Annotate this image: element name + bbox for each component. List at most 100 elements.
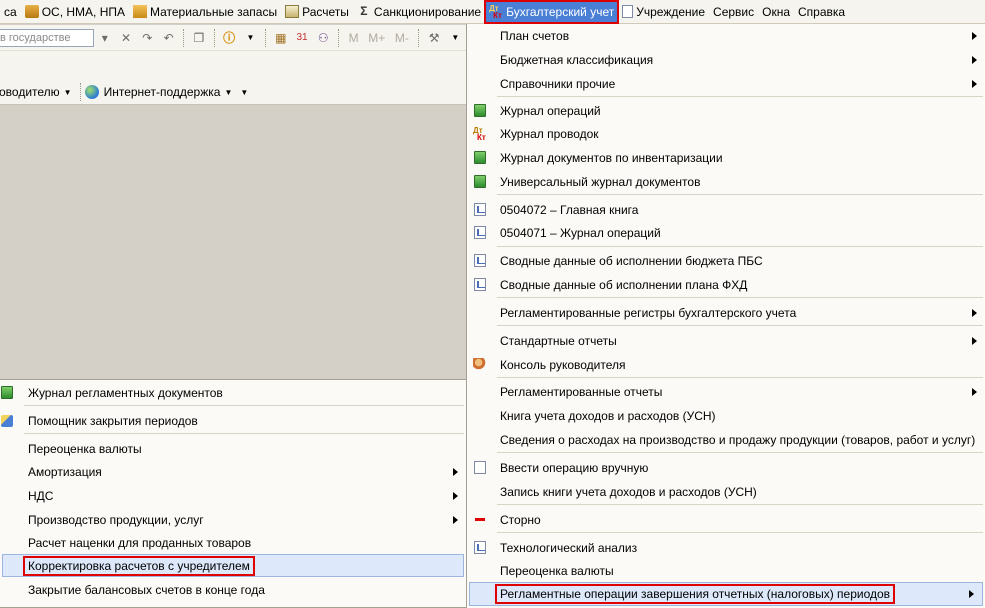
submenu-arrow-icon — [453, 515, 458, 524]
submenu-item[interactable]: Расчет наценки для проданных товаров — [0, 531, 466, 554]
report-icon — [473, 278, 487, 292]
menu-item[interactable]: Справочники прочие — [467, 72, 985, 95]
boxes-icon — [132, 5, 147, 18]
copy-icon[interactable]: ❐ — [190, 29, 207, 47]
menubar-item-service[interactable]: Сервис — [709, 1, 758, 23]
menu-item-label: Амортизация — [28, 464, 102, 479]
menu-item[interactable]: Дт Кт Журнал проводок — [467, 122, 985, 145]
debit-credit-icon: Дт Кт — [473, 125, 486, 142]
menu-item[interactable]: Регламентированные отчеты — [467, 380, 985, 403]
menu-item[interactable]: Сводные данные об исполнении плана ФХД — [467, 273, 985, 296]
dropdown-icon[interactable]: ▼ — [242, 29, 259, 47]
menu-item[interactable]: Бюджетная классификация — [467, 48, 985, 71]
clear-icon[interactable]: ✕ — [117, 29, 134, 47]
menu-item-label: Консоль руководителя — [500, 357, 626, 372]
menubar-label: Учреждение — [636, 4, 706, 19]
dropdown-icon[interactable]: ▼ — [224, 88, 232, 97]
person-icon — [473, 358, 487, 372]
menu-separator — [24, 405, 464, 406]
memory-add-button[interactable]: M+ — [366, 29, 387, 47]
menu-item[interactable]: Книга учета доходов и расходов (УСН) — [467, 404, 985, 427]
menu-item[interactable]: Запись книги учета доходов и расходов (У… — [467, 480, 985, 503]
submenu-item[interactable]: Производство продукции, услуг — [0, 508, 466, 531]
submenu-period-closing: Журнал регламентных документов Помощник … — [0, 379, 467, 608]
director-panel-label[interactable]: оводителю — [0, 85, 60, 99]
menubar-item-sanction[interactable]: Σ Санкционирование — [353, 1, 485, 23]
menubar-item-accounting[interactable]: Дт Кт Бухгалтерский учет — [484, 0, 620, 24]
menubar-label: Санкционирование — [373, 4, 482, 19]
memory-button[interactable]: M — [345, 29, 362, 47]
menu-item[interactable]: Консоль руководителя — [467, 353, 985, 376]
users-icon[interactable]: ⚇ — [315, 29, 332, 47]
menu-item[interactable]: Сведения о расходах на производство и пр… — [467, 428, 985, 451]
menubar-item-windows[interactable]: Окна — [758, 1, 794, 23]
info-icon[interactable]: ⓘ — [221, 29, 238, 47]
menu-separator — [497, 532, 983, 533]
menubar-item-institution[interactable]: Учреждение — [618, 1, 709, 23]
submenu-item-selected[interactable]: Корректировка расчетов с учредителем — [2, 554, 464, 577]
menu-item-label: Журнал проводок — [500, 126, 599, 141]
calendar-icon[interactable]: 31 — [293, 29, 310, 47]
menu-item[interactable]: Журнал документов по инвентаризации — [467, 146, 985, 169]
dropdown-icon[interactable]: ▼ — [447, 29, 464, 47]
menu-separator — [497, 377, 983, 378]
menu-item-label: Журнал операций — [500, 103, 601, 118]
menu-item[interactable]: Сводные данные об исполнении бюджета ПБС — [467, 249, 985, 272]
tools-icon[interactable]: ⚒ — [425, 29, 442, 47]
internet-support-button[interactable]: Интернет-поддержка — [104, 85, 221, 99]
submenu-arrow-icon — [972, 336, 977, 345]
submenu-arrow-icon — [453, 491, 458, 500]
calculator-icon[interactable]: ▦ — [272, 29, 289, 47]
debit-credit-icon: Дт Кт — [489, 4, 502, 20]
menu-item[interactable]: Технологический анализ — [467, 536, 985, 559]
submenu-arrow-icon — [453, 467, 458, 476]
menubar-label: Расчеты — [302, 4, 349, 19]
menu-item[interactable]: Ввести операцию вручную — [467, 456, 985, 479]
report-icon — [473, 541, 487, 555]
menu-item[interactable]: План счетов — [467, 24, 985, 47]
menu-item[interactable]: 0504072 – Главная книга — [467, 198, 985, 221]
menu-item[interactable]: Стандартные отчеты — [467, 329, 985, 352]
menu-item[interactable]: Переоценка валюты — [467, 559, 985, 582]
menu-item-label: План счетов — [500, 28, 570, 43]
search-prev-icon[interactable]: ↶ — [160, 29, 177, 47]
submenu-arrow-icon — [969, 590, 974, 598]
menu-item-selected[interactable]: Регламентные операции завершения отчетны… — [469, 582, 983, 606]
menubar-item-os-nma-npa[interactable]: ОС, НМА, НПА — [21, 1, 129, 23]
submenu-item[interactable]: НДС — [0, 484, 466, 507]
report-icon — [473, 203, 487, 217]
memory-subtract-button[interactable]: M- — [391, 29, 412, 47]
menu-item-label: Справочники прочие — [500, 76, 616, 91]
submenu-item[interactable]: Закрытие балансовых счетов в конце года — [0, 578, 466, 601]
document-icon — [622, 5, 634, 18]
menu-item-label: Расчет наценки для проданных товаров — [28, 535, 252, 550]
search-input[interactable]: в государстве — [0, 28, 95, 47]
toolbar-separator — [183, 28, 185, 47]
menubar-item-materials[interactable]: Материальные запасы — [129, 1, 281, 23]
report-icon — [473, 226, 487, 240]
menubar-item-help[interactable]: Справка — [794, 1, 849, 23]
menu-item[interactable]: Журнал операций — [467, 99, 985, 122]
menu-item[interactable]: Сторно — [467, 508, 985, 531]
menu-item[interactable]: 0504071 – Журнал операций — [467, 221, 985, 244]
manual-entry-icon — [473, 461, 487, 475]
accounting-dropdown-menu: План счетов Бюджетная классификация Спра… — [466, 24, 985, 608]
menubar-item-kassa[interactable]: са — [0, 1, 21, 23]
menu-separator — [497, 194, 983, 195]
submenu-item[interactable]: Переоценка валюты — [0, 437, 466, 460]
search-next-icon[interactable]: ↷ — [139, 29, 156, 47]
menu-item-label: Книга учета доходов и расходов (УСН) — [500, 408, 716, 423]
dropdown-icon[interactable]: ▼ — [240, 88, 248, 97]
menubar-label: са — [4, 4, 17, 19]
menubar-item-settlements[interactable]: Расчеты — [281, 1, 353, 23]
dropdown-icon[interactable]: ▾ — [96, 29, 113, 47]
submenu-item[interactable]: Журнал регламентных документов — [0, 381, 466, 404]
menu-item[interactable]: Универсальный журнал документов — [467, 170, 985, 193]
toolbar-separator — [79, 83, 81, 101]
toolbar-main: в государстве ▾ ✕ ↷ ↶ ❐ ⓘ ▼ ▦ 31 ⚇ M M+ … — [0, 25, 466, 51]
submenu-item[interactable]: Амортизация — [0, 460, 466, 483]
submenu-item[interactable]: Помощник закрытия периодов — [0, 409, 466, 432]
dropdown-icon[interactable]: ▼ — [64, 88, 72, 97]
report-icon — [473, 254, 487, 268]
menu-item[interactable]: Регламентированные регистры бухгалтерско… — [467, 301, 985, 324]
